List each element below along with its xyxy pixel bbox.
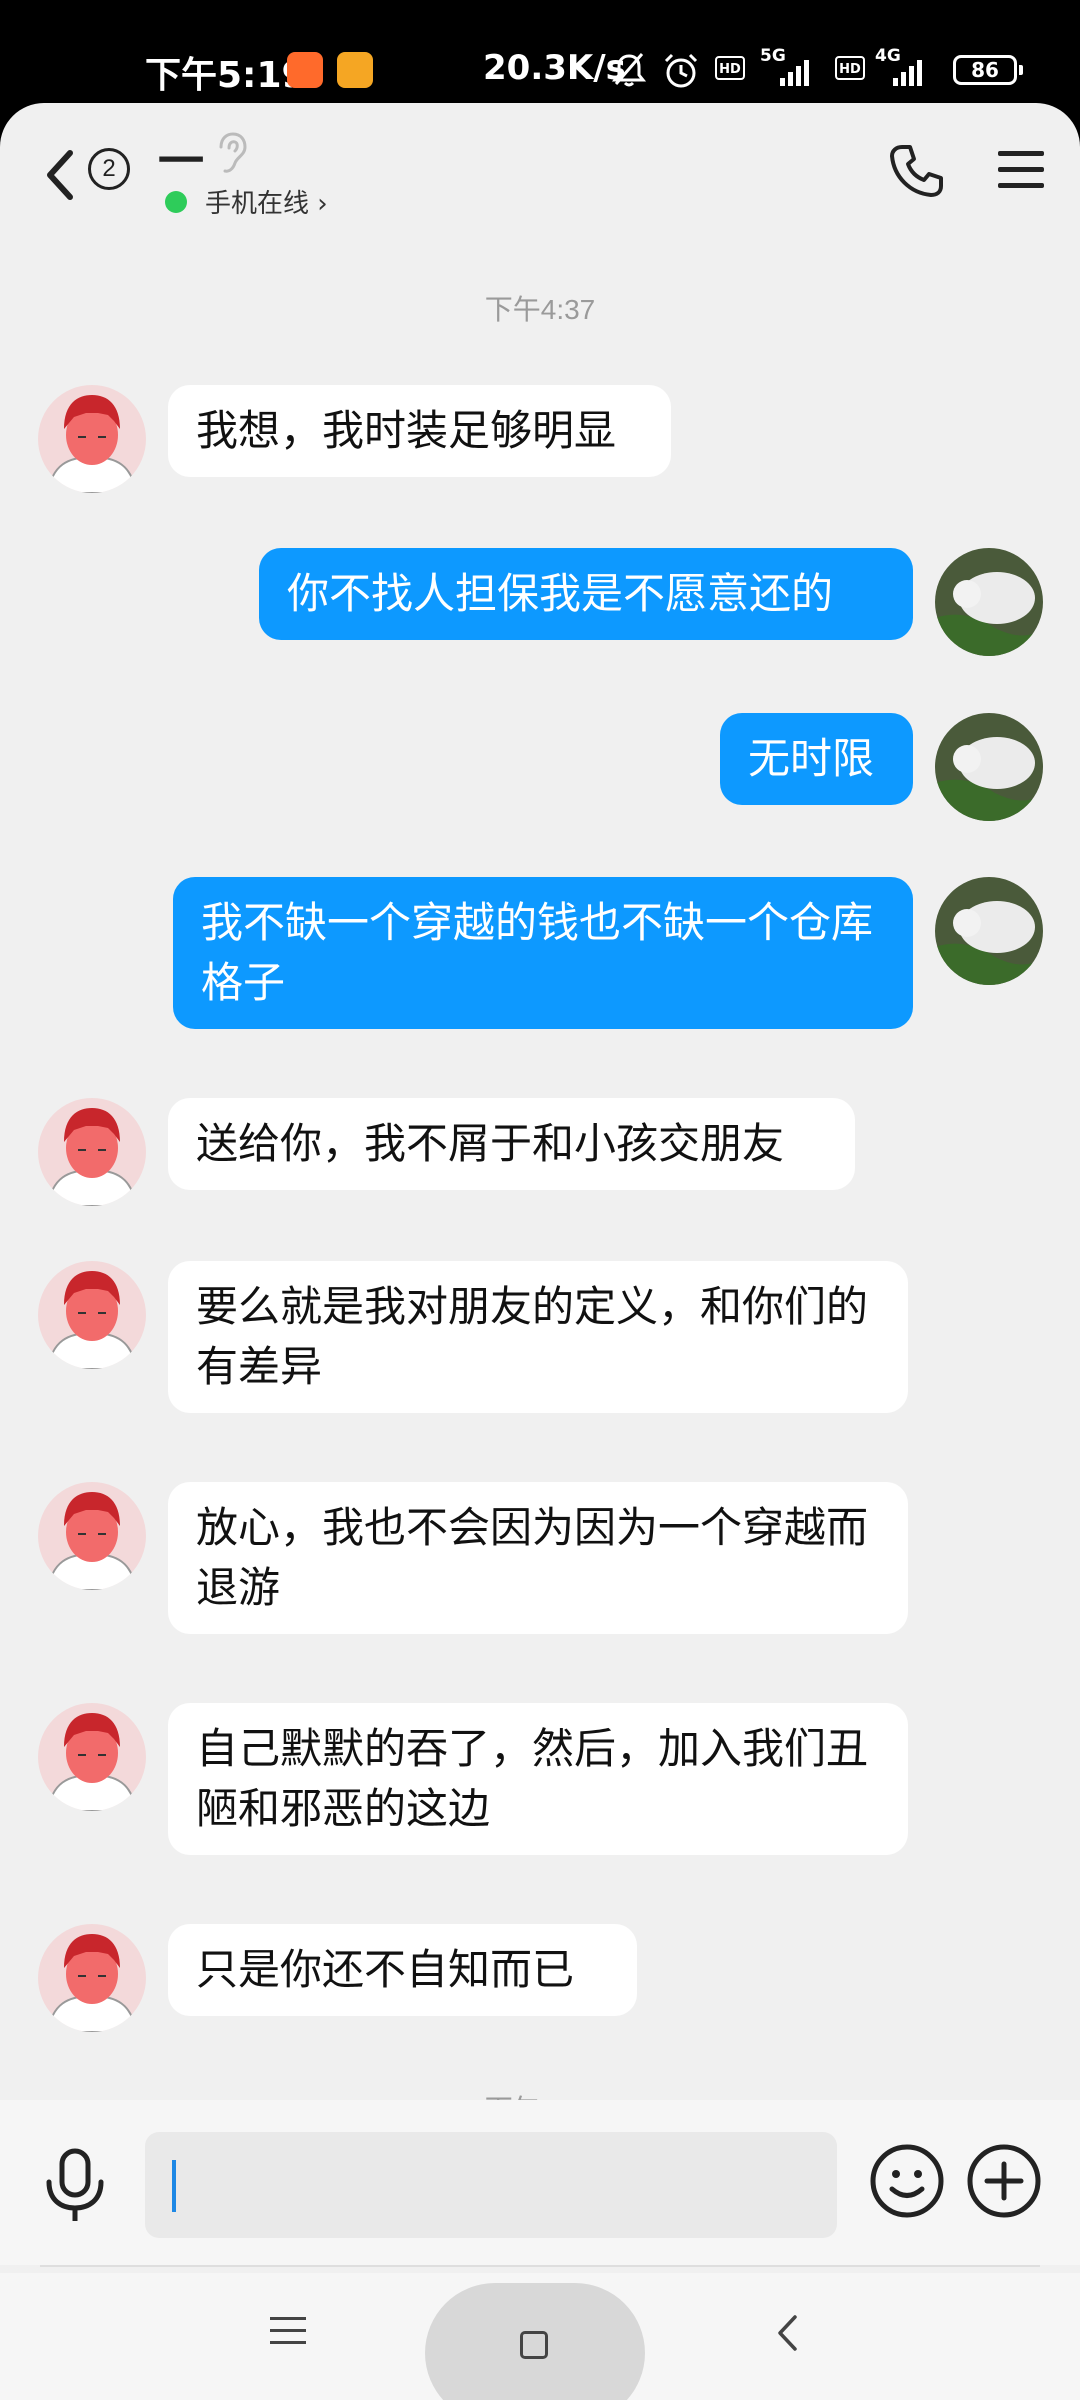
input-bar: [0, 2100, 1080, 2265]
message-bubble-incoming[interactable]: 自己默默的吞了，然后，加入我们丑陋和邪恶的这边: [168, 1703, 908, 1855]
contact-avatar[interactable]: [38, 1482, 146, 1590]
mic-icon[interactable]: [42, 2148, 108, 2224]
back-icon[interactable]: [40, 145, 80, 205]
chat-header: 2 一 手机在线 ›: [0, 103, 1080, 253]
contact-avatar[interactable]: [38, 1098, 146, 1206]
status-bar: 下午5:19 20.3K/s HD 5G HD 4G 86: [0, 0, 1080, 105]
online-dot: [165, 191, 187, 213]
contact-name[interactable]: 一: [158, 125, 204, 191]
mute-bell-icon: [612, 53, 646, 87]
message-bubble-outgoing[interactable]: 无时限: [720, 713, 913, 805]
status-time: 下午5:19: [145, 55, 307, 96]
nav-home-icon: [520, 2331, 548, 2359]
message-bubble-outgoing[interactable]: 我不缺一个穿越的钱也不缺一个仓库格子: [173, 877, 913, 1029]
system-nav-bar: [0, 2273, 1080, 2400]
chat-screen: 2 一 手机在线 › 下午4:37 我想，我时装足够明显 你不找人担保我是不愿意…: [0, 103, 1080, 2400]
signal-bars-1: [780, 56, 809, 86]
ear-icon: [219, 132, 247, 173]
contact-avatar[interactable]: [38, 385, 146, 493]
emoji-icon[interactable]: [868, 2142, 946, 2220]
message-bubble-incoming[interactable]: 我想，我时装足够明显: [168, 385, 671, 477]
signal-bars-2: [893, 56, 922, 86]
text-cursor: [172, 2160, 176, 2212]
hd-icon: HD: [715, 56, 745, 80]
network-speed: 20.3K/s: [483, 48, 626, 88]
message-bubble-incoming[interactable]: 要么就是我对朋友的定义，和你们的有差异: [168, 1261, 908, 1413]
message-bubble-incoming[interactable]: 送给你，我不屑于和小孩交朋友: [168, 1098, 855, 1190]
timestamp: 下午4:37: [484, 294, 596, 325]
online-status[interactable]: 手机在线 ›: [205, 183, 328, 220]
nav-menu-icon[interactable]: [270, 2315, 306, 2347]
nav-back-icon[interactable]: [775, 2313, 799, 2353]
app-notification-icon: [337, 52, 373, 88]
message-bubble-incoming[interactable]: 放心，我也不会因为因为一个穿越而退游: [168, 1482, 908, 1634]
my-avatar[interactable]: [935, 877, 1043, 985]
divider: [40, 2265, 1040, 2267]
online-status-text: 手机在线: [205, 189, 310, 219]
contact-avatar[interactable]: [38, 1703, 146, 1811]
unread-badge[interactable]: 2: [88, 148, 130, 190]
taobao-notification-icon: [287, 52, 323, 88]
phone-icon[interactable]: [888, 143, 944, 199]
message-input[interactable]: [145, 2132, 837, 2238]
alarm-icon: [664, 53, 698, 88]
hd-icon-2: HD: [835, 56, 865, 80]
contact-avatar[interactable]: [38, 1261, 146, 1369]
nav-home-button[interactable]: [425, 2283, 645, 2400]
contact-avatar[interactable]: [38, 1924, 146, 2032]
message-bubble-incoming[interactable]: 只是你还不自知而已: [168, 1924, 637, 2016]
battery-icon: 86: [953, 55, 1023, 85]
my-avatar[interactable]: [935, 548, 1043, 656]
plus-icon[interactable]: [965, 2142, 1043, 2220]
message-bubble-outgoing[interactable]: 你不找人担保我是不愿意还的: [259, 548, 913, 640]
my-avatar[interactable]: [935, 713, 1043, 821]
menu-icon[interactable]: [998, 149, 1044, 191]
chevron-right-icon: ›: [317, 189, 328, 219]
